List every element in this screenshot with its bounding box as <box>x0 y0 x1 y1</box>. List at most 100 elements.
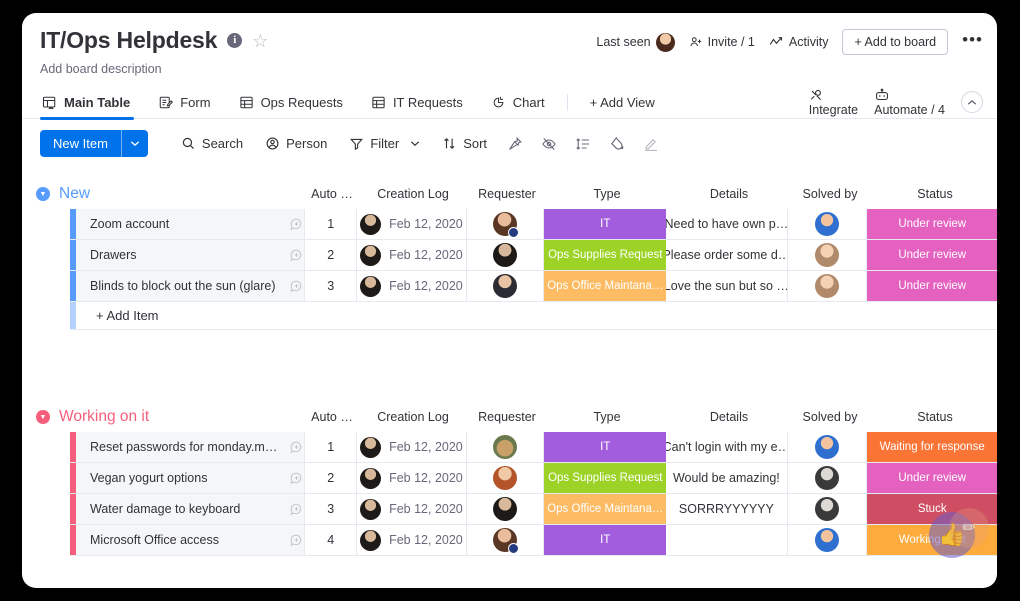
cell-item-name[interactable]: Water damage to keyboard <box>76 494 306 524</box>
add-item-label[interactable]: + Add Item <box>76 308 159 323</box>
table-row[interactable]: Reset passwords for monday.mond… 1 Feb 1… <box>70 432 997 463</box>
person-filter-button[interactable]: Person <box>254 132 338 155</box>
chevron-down-circle-icon[interactable]: ▼ <box>36 187 50 201</box>
column-header-type[interactable]: Type <box>546 410 668 424</box>
add-update-icon[interactable] <box>289 502 304 517</box>
cell-autonumber[interactable]: 3 <box>305 494 358 524</box>
filter-button[interactable]: Filter <box>338 132 431 155</box>
chevron-down-circle-icon[interactable]: ▼ <box>36 410 50 424</box>
cell-solved-by[interactable] <box>788 494 868 524</box>
status-badge[interactable]: Under review <box>867 463 997 493</box>
cell-type[interactable]: Ops Office Maintana… <box>544 271 667 301</box>
cell-item-name[interactable]: Zoom account <box>76 209 306 239</box>
status-badge[interactable]: Waiting for response <box>867 432 997 462</box>
table-row[interactable]: Blinds to block out the sun (glare) 3 Fe… <box>70 271 997 302</box>
column-header-requester[interactable]: Requester <box>468 410 546 424</box>
group-title[interactable]: Working on it <box>59 408 149 426</box>
cell-creation-log[interactable]: Feb 12, 2020 <box>357 240 467 270</box>
add-update-icon[interactable] <box>289 217 304 232</box>
column-header-creation[interactable]: Creation Log <box>358 187 468 201</box>
automate-button[interactable]: Automate / 4 <box>874 88 945 117</box>
group-title[interactable]: New <box>59 185 90 203</box>
column-header-requester[interactable]: Requester <box>468 187 546 201</box>
cell-solved-by[interactable] <box>788 209 868 239</box>
column-header-type[interactable]: Type <box>546 187 668 201</box>
cell-creation-log[interactable]: Feb 12, 2020 <box>357 432 467 462</box>
table-row[interactable]: Microsoft Office access 4 Feb 12, 2020 I… <box>70 525 997 556</box>
cell-solved-by[interactable] <box>788 432 868 462</box>
more-options-icon[interactable]: ••• <box>962 31 983 53</box>
column-header-autonumber[interactable]: Auto … <box>306 410 358 424</box>
color-button[interactable] <box>600 132 634 156</box>
cell-requester[interactable] <box>467 463 545 493</box>
cell-autonumber[interactable]: 1 <box>305 209 358 239</box>
cell-creation-log[interactable]: Feb 12, 2020 <box>357 271 467 301</box>
table-row[interactable]: Zoom account 1 Feb 12, 2020 IT Need to h… <box>70 209 997 240</box>
cell-details[interactable]: Need to have own p… <box>666 209 788 239</box>
cell-details[interactable]: Please order some d… <box>666 240 788 270</box>
cell-requester[interactable] <box>467 271 545 301</box>
add-update-icon[interactable] <box>289 471 304 486</box>
highlight-button[interactable] <box>634 132 668 156</box>
tab-add-view[interactable]: + Add View <box>576 86 669 119</box>
cell-type[interactable]: IT <box>544 525 667 555</box>
status-badge[interactable]: Under review <box>867 240 997 270</box>
column-header-solvedby[interactable]: Solved by <box>790 410 870 424</box>
board-description[interactable]: Add board description <box>40 62 979 76</box>
cell-creation-log[interactable]: Feb 12, 2020 <box>357 463 467 493</box>
column-header-details[interactable]: Details <box>668 187 790 201</box>
cell-type[interactable]: IT <box>544 209 667 239</box>
cell-requester[interactable] <box>467 209 545 239</box>
cell-type[interactable]: Ops Office Maintana… <box>544 494 667 524</box>
cell-details[interactable]: SORRRYYYYYY <box>666 494 788 524</box>
column-header-autonumber[interactable]: Auto … <box>306 187 358 201</box>
cell-solved-by[interactable] <box>788 271 868 301</box>
column-header-status[interactable]: Status <box>870 410 997 424</box>
status-badge[interactable]: Under review <box>867 271 997 301</box>
column-header-creation[interactable]: Creation Log <box>358 410 468 424</box>
cell-creation-log[interactable]: Feb 12, 2020 <box>357 525 467 555</box>
table-row[interactable]: Drawers 2 Feb 12, 2020 Ops Supplies Requ… <box>70 240 997 271</box>
cell-details[interactable] <box>666 525 788 555</box>
add-to-board-button[interactable]: + Add to board <box>842 29 949 55</box>
status-badge[interactable]: Under review <box>867 209 997 239</box>
cell-type[interactable]: IT <box>544 432 667 462</box>
cell-autonumber[interactable]: 4 <box>305 525 358 555</box>
tab-ops-requests[interactable]: Ops Requests <box>225 86 357 119</box>
board-body[interactable]: ▼ New Auto … Creation Log Requester Type… <box>22 167 997 570</box>
cell-requester[interactable] <box>467 432 545 462</box>
column-header-status[interactable]: Status <box>870 187 997 201</box>
column-header-solvedby[interactable]: Solved by <box>790 187 870 201</box>
cell-details[interactable]: Can't login with my e… <box>666 432 788 462</box>
add-update-icon[interactable] <box>289 279 304 294</box>
chevron-down-icon[interactable] <box>410 140 420 147</box>
cell-autonumber[interactable]: 2 <box>305 240 358 270</box>
cell-autonumber[interactable]: 2 <box>305 463 358 493</box>
cell-details[interactable]: Love the sun but so … <box>666 271 788 301</box>
cell-item-name[interactable]: Vegan yogurt options <box>76 463 306 493</box>
cell-creation-log[interactable]: Feb 12, 2020 <box>357 209 467 239</box>
cell-type[interactable]: Ops Supplies Request <box>544 463 667 493</box>
info-icon[interactable]: i <box>227 33 243 48</box>
cell-solved-by[interactable] <box>788 525 868 555</box>
add-update-icon[interactable] <box>289 440 304 455</box>
add-update-icon[interactable] <box>289 248 304 263</box>
hide-button[interactable] <box>532 132 566 156</box>
table-row[interactable]: Water damage to keyboard 3 Feb 12, 2020 … <box>70 494 997 525</box>
collapse-header-button[interactable] <box>961 91 983 113</box>
cell-requester[interactable] <box>467 494 545 524</box>
cell-solved-by[interactable] <box>788 240 868 270</box>
cell-item-name[interactable]: Blinds to block out the sun (glare) <box>76 271 306 301</box>
feedback-fab-button[interactable]: 👍 ✏ <box>929 508 989 558</box>
star-icon[interactable]: ☆ <box>252 32 268 50</box>
cell-item-name[interactable]: Drawers <box>76 240 306 270</box>
cell-creation-log[interactable]: Feb 12, 2020 <box>357 494 467 524</box>
avatar[interactable] <box>655 32 675 52</box>
cell-item-name[interactable]: Reset passwords for monday.mond… <box>76 432 306 462</box>
table-row[interactable]: Vegan yogurt options 2 Feb 12, 2020 Ops … <box>70 463 997 494</box>
last-seen[interactable]: Last seen <box>596 32 675 52</box>
cell-type[interactable]: Ops Supplies Request <box>544 240 667 270</box>
add-item-row[interactable]: + Add Item <box>70 302 997 330</box>
tab-form[interactable]: Form <box>144 86 224 119</box>
column-header-details[interactable]: Details <box>668 410 790 424</box>
